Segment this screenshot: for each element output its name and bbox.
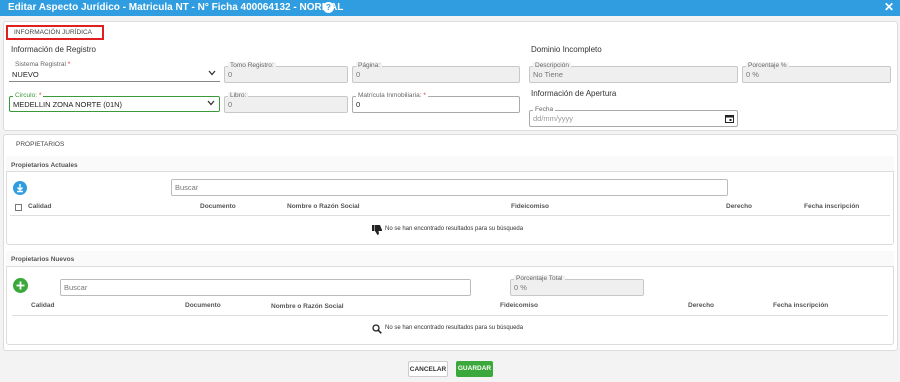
propietarios-actuales-title: Propietarios Actuales <box>11 162 78 169</box>
libro-field[interactable]: Libro: 0 <box>224 92 348 113</box>
column-header[interactable]: Fideicomiso <box>500 302 538 309</box>
fecha-field[interactable]: Fecha dd/mm/yyyy <box>529 106 738 127</box>
help-icon[interactable]: ? <box>323 2 334 13</box>
column-header[interactable]: Fideicomiso <box>511 203 549 210</box>
libro-value: 0 <box>228 100 233 109</box>
circulo-label: Circulo: <box>15 92 38 99</box>
tab-propietarios[interactable]: PROPIETARIOS <box>16 141 64 148</box>
tomo-registro-label: Tomo Registro: <box>228 62 276 69</box>
empty-message: No se han encontrado resultados para su … <box>385 226 524 232</box>
nuevos-table-header: Calidad Documento Nombre o Razón Social … <box>12 299 888 316</box>
sistema-registral-label: Sistema Registral <box>15 61 66 68</box>
calendar-icon[interactable] <box>725 114 734 125</box>
close-icon[interactable]: ✕ <box>884 0 894 14</box>
circulo-value: MEDELLIN ZONA NORTE (01N) <box>13 99 123 109</box>
porcentaje-label: Porcentaje % <box>746 62 789 69</box>
save-button[interactable]: GUARDAR <box>456 361 493 377</box>
porcentaje-total-label: Porcentaje Total <box>514 275 565 282</box>
matricula-inmobiliaria-value: 0 <box>356 100 361 109</box>
thumbs-down-icon <box>372 222 383 240</box>
column-header[interactable]: Calidad <box>31 302 54 309</box>
descripcion-value: No Tiene <box>533 70 564 79</box>
matricula-inmobiliaria-label: Matrícula Inmobiliaria: <box>358 92 422 99</box>
add-icon[interactable] <box>13 278 28 293</box>
title-bar: Editar Aspecto Jurídico - Matricula NT -… <box>0 0 900 16</box>
dominio-title: Dominio Incompleto <box>531 45 602 54</box>
column-header[interactable]: Nombre o Razón Social <box>287 203 360 210</box>
column-header[interactable]: Nombre o Razón Social <box>271 303 344 310</box>
actuales-search-placeholder: Buscar <box>175 183 199 192</box>
apertura-title: Información de Apertura <box>531 89 617 98</box>
pagina-label: Página: <box>356 62 383 69</box>
column-header[interactable]: Fecha inscripción <box>773 302 828 309</box>
sistema-registral-select[interactable]: Sistema Registral * NUEVO <box>9 61 220 82</box>
registro-title: Información de Registro <box>11 45 96 54</box>
propietarios-nuevos-title: Propietarios Nuevos <box>11 256 75 263</box>
empty-message: No se han encontrado resultados para su … <box>385 325 524 331</box>
chevron-down-icon <box>207 100 215 108</box>
column-header[interactable]: Calidad <box>28 203 51 210</box>
column-header[interactable]: Derecho <box>726 203 752 210</box>
column-header[interactable]: Fecha inscripción <box>804 203 859 210</box>
descripcion-select[interactable]: Descripción No Tiene <box>529 62 738 83</box>
actuales-search-input[interactable]: Buscar <box>171 179 728 196</box>
select-all-checkbox[interactable] <box>15 204 22 211</box>
descripcion-label: Descripción <box>533 62 571 69</box>
propietarios-nuevos-header <box>6 251 894 267</box>
porcentaje-value: 0 % <box>746 70 759 79</box>
pagina-field[interactable]: Página: 0 <box>352 62 520 83</box>
column-header[interactable]: Documento <box>185 302 221 309</box>
fecha-placeholder: dd/mm/yyyy <box>533 114 574 123</box>
column-header[interactable]: Derecho <box>688 302 714 309</box>
porcentaje-total-field[interactable]: Porcentaje Total 0 % <box>510 275 644 296</box>
cancel-button[interactable]: CANCELAR <box>408 361 448 377</box>
actuales-empty-state: No se han encontrado resultados para su … <box>372 222 672 235</box>
matricula-inmobiliaria-field[interactable]: Matrícula Inmobiliaria: * 0 <box>352 92 520 113</box>
circulo-select[interactable]: Circulo: * MEDELLIN ZONA NORTE (01N) <box>9 92 220 112</box>
nuevos-empty-state: No se han encontrado resultados para su … <box>372 321 672 334</box>
column-header[interactable]: Documento <box>200 203 236 210</box>
search-icon <box>372 321 382 339</box>
libro-label: Libro: <box>228 92 249 99</box>
actuales-table-header: Calidad Documento Nombre o Razón Social … <box>10 200 890 216</box>
sistema-registral-value: NUEVO <box>12 69 39 79</box>
download-icon[interactable] <box>13 181 27 195</box>
fecha-label: Fecha <box>533 106 556 113</box>
chevron-down-icon <box>208 70 216 78</box>
nuevos-search-placeholder: Buscar <box>64 283 88 292</box>
porcentaje-total-value: 0 % <box>514 283 527 292</box>
pagina-value: 0 <box>356 70 361 79</box>
propietarios-actuales-header <box>6 156 894 172</box>
porcentaje-field[interactable]: Porcentaje % 0 % <box>742 62 891 83</box>
tomo-registro-value: 0 <box>228 70 233 79</box>
tab-informacion-juridica[interactable]: INFORMACIÓN JURÍDICA <box>6 25 104 40</box>
window-title: Editar Aspecto Jurídico - Matricula NT -… <box>8 2 344 13</box>
tomo-registro-field[interactable]: Tomo Registro: 0 <box>224 62 348 83</box>
tab-label: INFORMACIÓN JURÍDICA <box>14 29 92 36</box>
nuevos-search-input[interactable]: Buscar <box>60 279 471 296</box>
